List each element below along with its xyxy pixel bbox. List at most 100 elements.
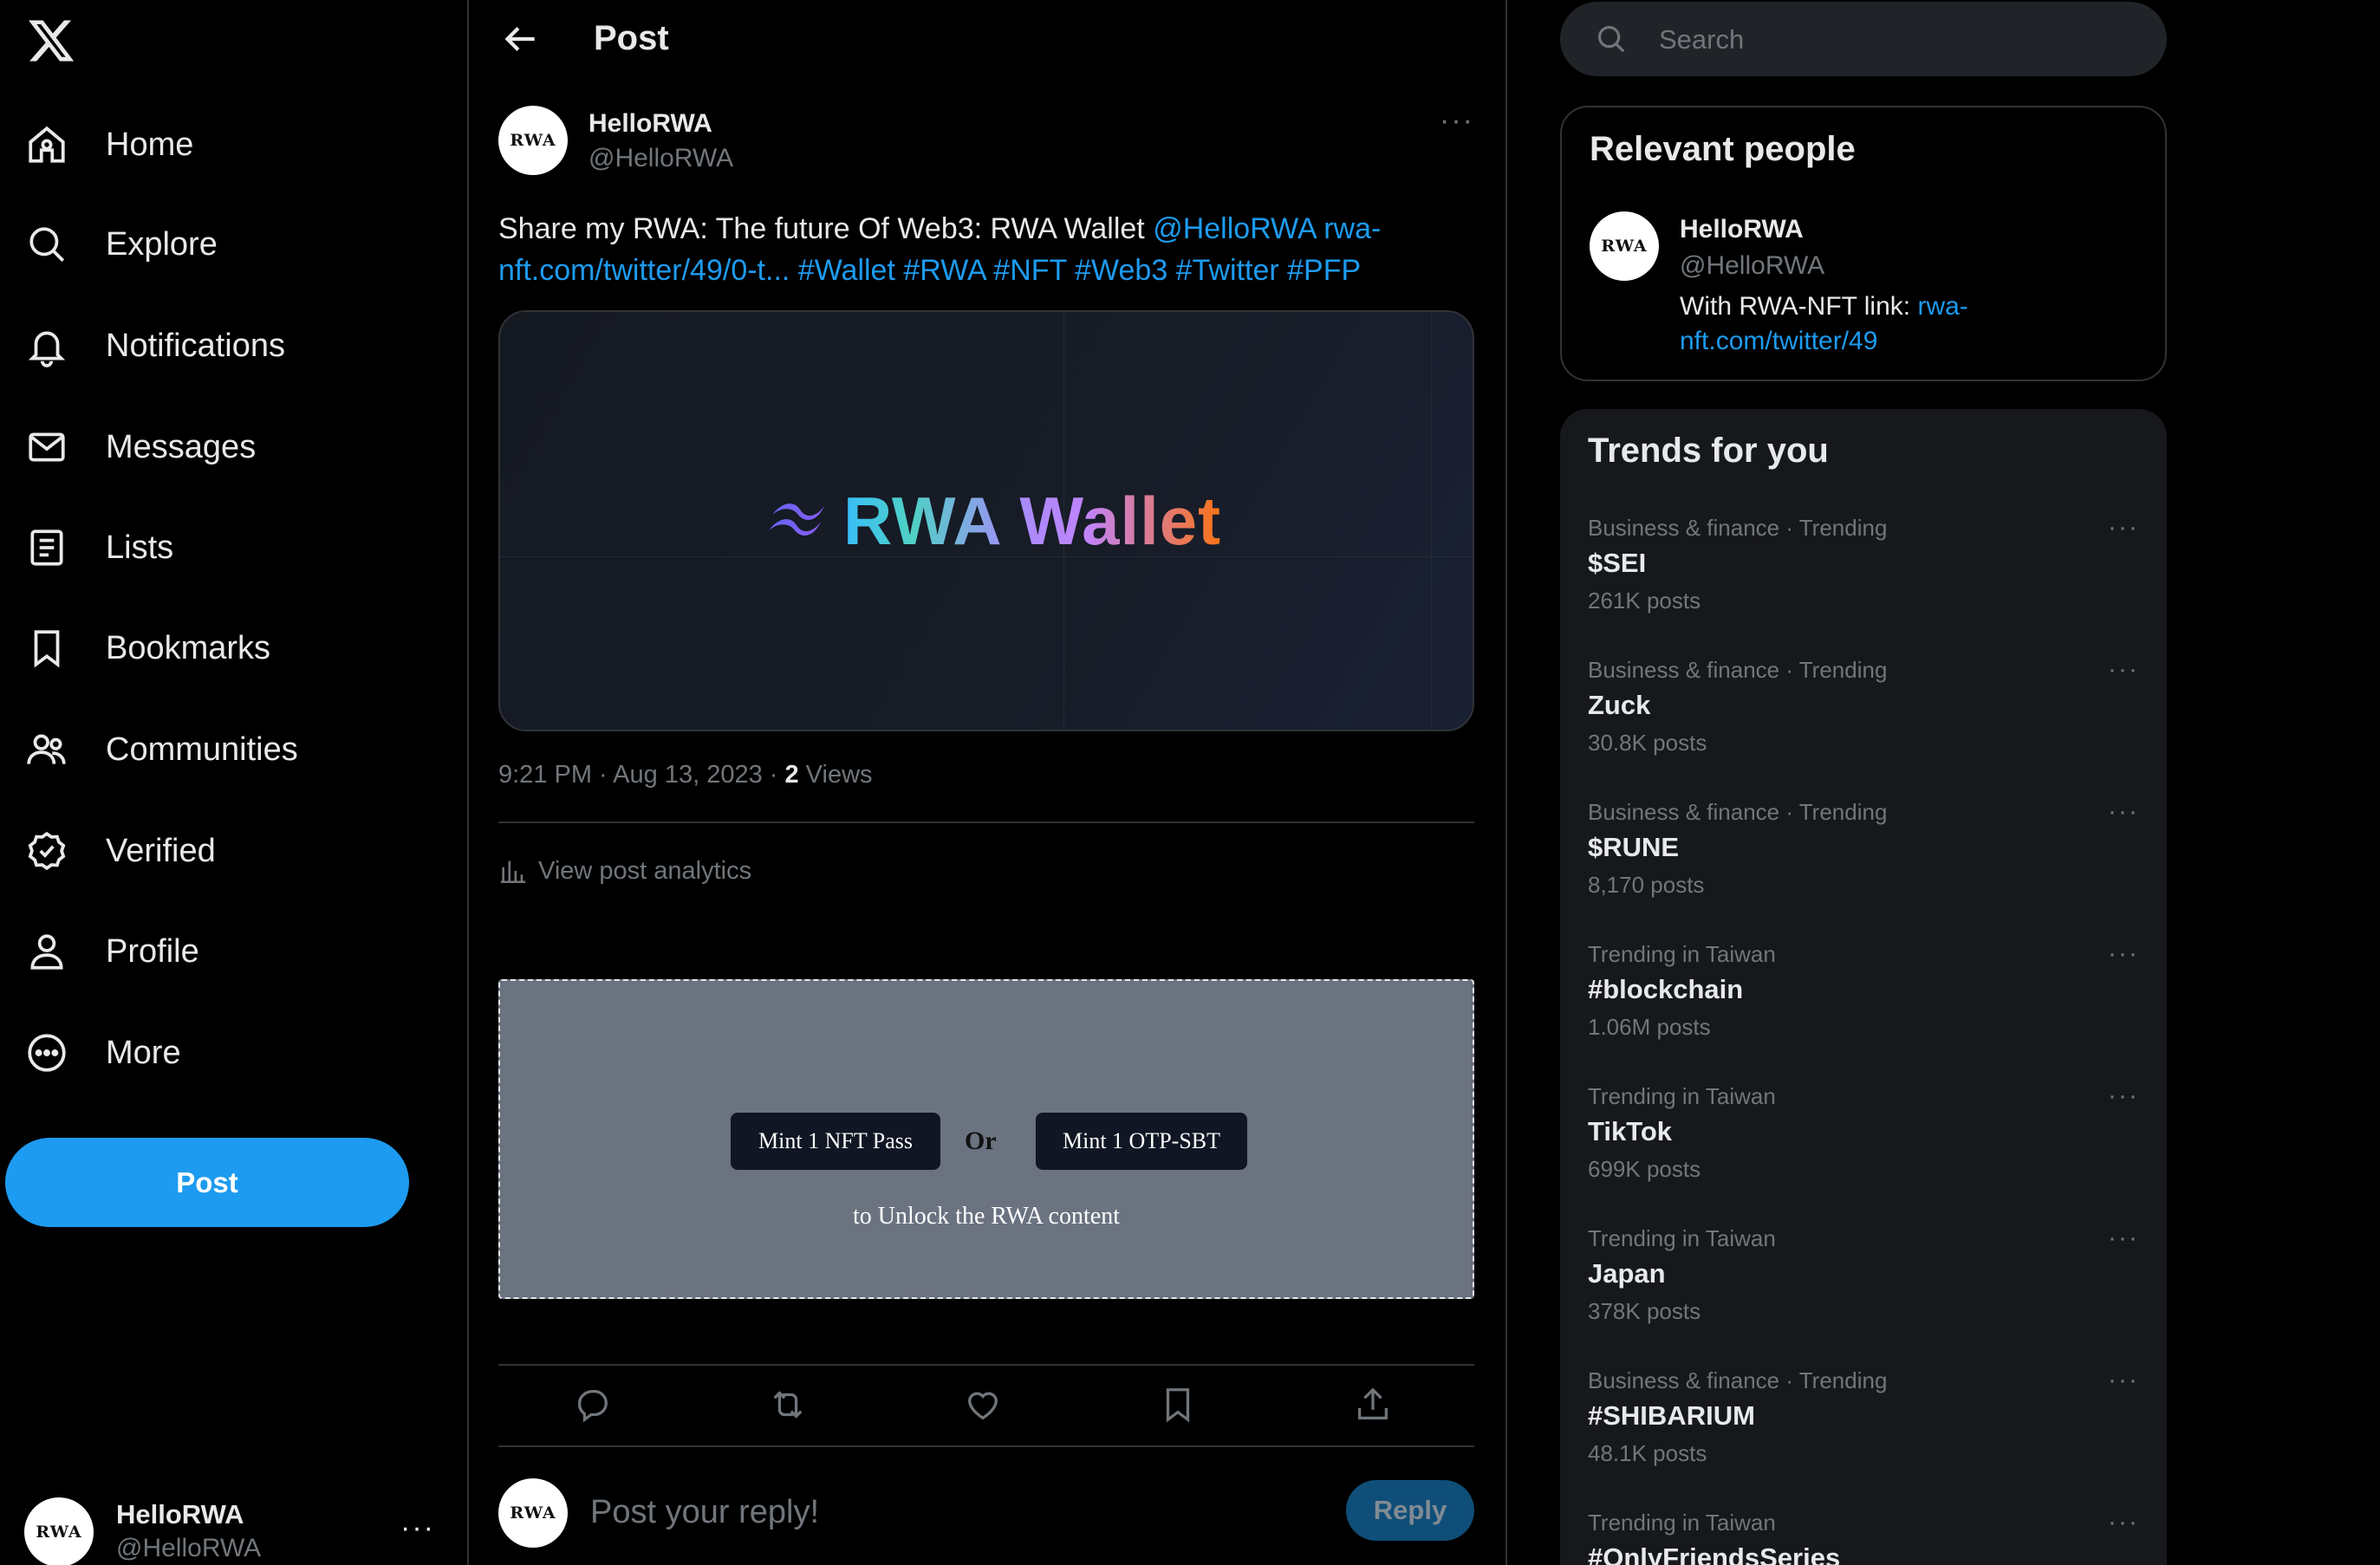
- nav-verified[interactable]: Verified: [24, 823, 216, 879]
- nav-communities-label: Communities: [106, 731, 298, 768]
- unlock-text: to Unlock the RWA content: [853, 1203, 1120, 1230]
- more-dots-icon[interactable]: ···: [2108, 1508, 2139, 1537]
- bookmark-icon[interactable]: [1158, 1385, 1201, 1428]
- trend-item[interactable]: Trending in Taiwan #OnlyFriendsSeries ··…: [1588, 1508, 2139, 1565]
- nav-messages-label: Messages: [106, 428, 257, 465]
- nav-more[interactable]: More: [24, 1025, 181, 1081]
- url-link-part[interactable]: rwa-: [1323, 212, 1381, 245]
- x-logo-icon[interactable]: [24, 16, 78, 66]
- trend-item[interactable]: Trending in Taiwan Japan 378K posts ···: [1588, 1224, 2139, 1355]
- more-dots-icon[interactable]: ···: [2108, 939, 2139, 969]
- trend-item[interactable]: Business & finance · Trending #SHIBARIUM…: [1588, 1366, 2139, 1497]
- trend-name: #SHIBARIUM: [1588, 1400, 1755, 1431]
- person-bio: With RWA-NFT link: rwa-nft.com/twitter/4…: [1680, 289, 2044, 359]
- nav-lists[interactable]: Lists: [24, 520, 173, 575]
- trend-item[interactable]: Trending in Taiwan TikTok 699K posts ···: [1588, 1081, 2139, 1213]
- nav-more-label: More: [106, 1034, 181, 1071]
- trends-panel: Trends for you Business & finance · Tren…: [1560, 409, 2167, 1565]
- views-label: Views: [798, 761, 873, 789]
- nav-home-label: Home: [106, 126, 194, 163]
- search-icon: [1597, 25, 1625, 53]
- header-bar: Post: [469, 0, 1505, 80]
- mint-nft-pass-button[interactable]: Mint 1 NFT Pass: [731, 1113, 940, 1170]
- more-dots-icon[interactable]: ···: [2108, 513, 2139, 542]
- reply-button[interactable]: Reply: [1346, 1480, 1474, 1541]
- back-arrow-icon[interactable]: [498, 17, 542, 61]
- more-dots-icon[interactable]: ···: [2108, 655, 2139, 685]
- nav-notifications[interactable]: Notifications: [24, 318, 285, 373]
- person-name[interactable]: HelloRWA: [1680, 215, 1804, 244]
- nav-communities[interactable]: Communities: [24, 722, 298, 777]
- mail-icon: [24, 425, 69, 470]
- reply-composer: RWA Post your reply! Reply: [498, 1473, 1474, 1551]
- account-handle: @HelloRWA: [116, 1534, 262, 1562]
- avatar[interactable]: RWA: [1590, 211, 1659, 281]
- mint-otp-sbt-button[interactable]: Mint 1 OTP-SBT: [1036, 1113, 1247, 1170]
- post-text: Share my RWA: The future Of Web3: RWA Wa…: [498, 208, 1474, 291]
- bell-icon: [24, 323, 69, 368]
- nav-bookmarks[interactable]: Bookmarks: [24, 620, 270, 676]
- post-media[interactable]: RWA Wallet: [498, 310, 1474, 731]
- nav-explore[interactable]: Explore: [24, 217, 218, 272]
- column-divider-right: [1505, 0, 1507, 1565]
- more-dots-icon[interactable]: ···: [1440, 104, 1474, 138]
- trend-name: Zuck: [1588, 690, 1651, 720]
- wave-logo-icon: [767, 496, 828, 539]
- post-meta: 9:21 PM · Aug 13, 2023 · 2 Views: [498, 761, 873, 789]
- mention-link[interactable]: @HelloRWA: [1153, 212, 1316, 245]
- post-text-plain: Share my RWA: The future Of Web3: RWA Wa…: [498, 212, 1154, 245]
- or-label: Or: [965, 1127, 997, 1155]
- avatar[interactable]: RWA: [498, 106, 568, 175]
- trend-count: 1.06M posts: [1588, 1014, 1711, 1040]
- trend-item[interactable]: Business & finance · Trending $RUNE 8,17…: [1588, 797, 2139, 929]
- relevant-people-title: Relevant people: [1590, 130, 1856, 168]
- like-heart-icon[interactable]: [963, 1385, 1006, 1428]
- trend-category: Business & finance · Trending: [1588, 799, 1888, 825]
- media-grid-line: [1431, 312, 1432, 730]
- relevant-people-panel: Relevant people RWA HelloRWA @HelloRWA W…: [1560, 106, 2167, 381]
- nav-home[interactable]: Home: [24, 117, 193, 172]
- post-button[interactable]: Post: [5, 1138, 409, 1227]
- author-name[interactable]: HelloRWA: [588, 109, 712, 139]
- trend-item[interactable]: Business & finance · Trending Zuck 30.8K…: [1588, 655, 2139, 787]
- more-dots-icon[interactable]: ···: [2108, 797, 2139, 827]
- more-circle-icon: [24, 1030, 69, 1075]
- hashtags[interactable]: #Wallet #RWA #NFT #Web3 #Twitter #PFP: [798, 254, 1361, 287]
- share-icon[interactable]: [1353, 1385, 1396, 1428]
- main-column: Post RWA HelloRWA @HelloRWA ··· Share my…: [469, 0, 1505, 1565]
- more-dots-icon[interactable]: ···: [2108, 1081, 2139, 1111]
- verified-icon: [24, 828, 69, 873]
- people-icon: [24, 727, 69, 772]
- trend-count: 30.8K posts: [1588, 730, 1707, 756]
- account-switcher[interactable]: RWA HelloRWA @HelloRWA ···: [24, 1490, 440, 1565]
- author-handle[interactable]: @HelloRWA: [588, 144, 733, 173]
- divider: [498, 821, 1474, 823]
- url-link[interactable]: nft.com/twitter/49/0-t...: [498, 254, 790, 287]
- analytics-label: View post analytics: [538, 856, 752, 885]
- nav-profile[interactable]: Profile: [24, 924, 199, 979]
- trend-count: 8,170 posts: [1588, 872, 1705, 898]
- person-handle[interactable]: @HelloRWA: [1680, 251, 1824, 281]
- reply-icon[interactable]: [573, 1385, 616, 1428]
- right-sidebar: Search Relevant people RWA HelloRWA @Hel…: [1560, 0, 2167, 1565]
- nav-profile-label: Profile: [106, 932, 199, 970]
- trend-item[interactable]: Business & finance · Trending $SEI 261K …: [1588, 513, 2139, 645]
- more-dots-icon[interactable]: ···: [400, 1511, 435, 1545]
- repost-icon[interactable]: [768, 1385, 811, 1428]
- trend-item[interactable]: Trending in Taiwan #blockchain 1.06M pos…: [1588, 939, 2139, 1071]
- nav-messages[interactable]: Messages: [24, 419, 256, 475]
- divider: [498, 1445, 1474, 1447]
- trend-category: Trending in Taiwan: [1588, 1225, 1776, 1251]
- post-timestamp[interactable]: 9:21 PM · Aug 13, 2023 ·: [498, 761, 784, 789]
- page-title: Post: [594, 19, 669, 57]
- divider: [498, 1364, 1474, 1366]
- nav-bookmarks-label: Bookmarks: [106, 629, 271, 666]
- reply-input[interactable]: Post your reply!: [590, 1494, 819, 1531]
- person-icon: [24, 929, 69, 974]
- avatar: RWA: [24, 1497, 94, 1565]
- post-actions: [498, 1369, 1474, 1444]
- more-dots-icon[interactable]: ···: [2108, 1366, 2139, 1395]
- search-input[interactable]: Search: [1560, 2, 2167, 76]
- view-analytics-link[interactable]: View post analytics: [498, 854, 751, 888]
- more-dots-icon[interactable]: ···: [2108, 1224, 2139, 1253]
